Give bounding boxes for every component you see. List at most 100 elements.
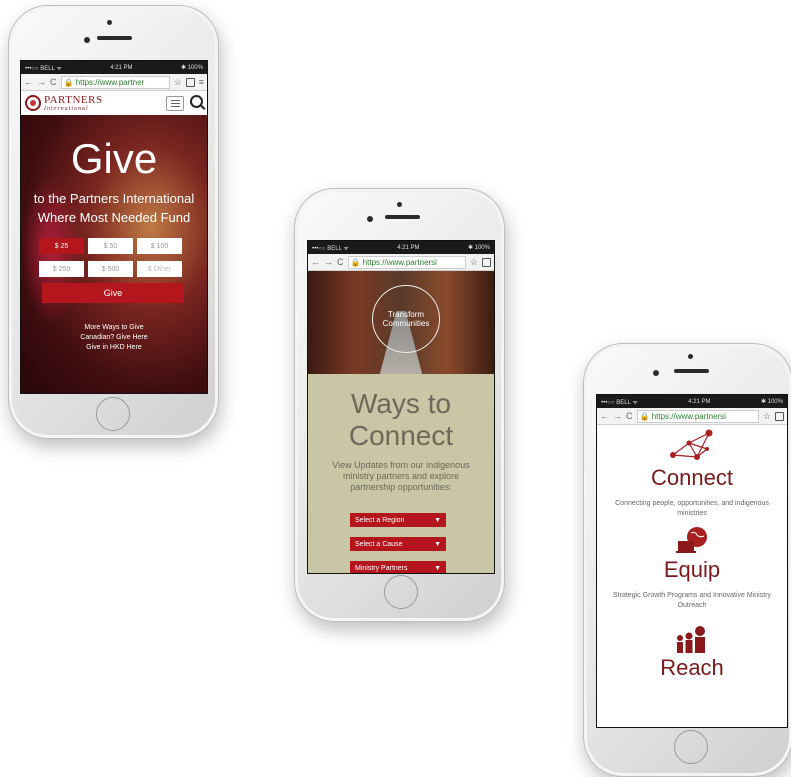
reload-icon[interactable]: C: [626, 411, 633, 421]
equip-description: Strategic Growth Programs and Innovative…: [601, 591, 783, 611]
screen: •••○○ BELL ᯤ 4:21 PM ✱ 100% ← → C 🔒 http…: [307, 240, 495, 574]
address-bar[interactable]: 🔒 https://www.partner: [60, 75, 170, 89]
phone-give: •••○○ BELL ᯤ 4:21 PM ✱ 100% ← → C 🔒 http…: [8, 5, 219, 439]
logo-globe-icon: [25, 95, 41, 111]
star-icon[interactable]: ☆: [174, 77, 182, 88]
hamburger-menu-button[interactable]: [166, 95, 184, 111]
earpiece-speaker: [97, 36, 132, 40]
forward-arrow-icon[interactable]: →: [37, 77, 46, 87]
site-header: PARTNERS International: [21, 91, 207, 115]
lock-icon: 🔒: [350, 257, 361, 267]
more-ways-link[interactable]: More Ways to Give: [21, 323, 207, 333]
earpiece-speaker: [385, 215, 420, 219]
phone-connect: •••○○ BELL ᯤ 4:21 PM ✱ 100% ← → C 🔒 http…: [294, 188, 505, 622]
chevron-down-icon: ▼: [434, 564, 441, 572]
battery-label: ✱ 100%: [467, 245, 490, 251]
front-camera: [367, 216, 373, 222]
logo[interactable]: PARTNERS International: [44, 93, 103, 112]
tabs-icon[interactable]: [185, 77, 195, 87]
status-bar: •••○○ BELL ᯤ 4:21 PM ✱ 100%: [308, 241, 494, 254]
connect-desc-line1: Connecting people, opportunities, and in…: [615, 500, 769, 507]
connect-title[interactable]: Connect: [597, 465, 787, 491]
canadian-give-link[interactable]: Canadian? Give Here: [21, 333, 207, 343]
lock-icon: 🔒: [639, 411, 650, 421]
transform-communities-badge[interactable]: Transform Communities: [372, 285, 440, 353]
give-hero: Give to the Partners International Where…: [21, 115, 207, 393]
earpiece-speaker: [674, 369, 709, 373]
star-icon[interactable]: ☆: [763, 411, 771, 422]
carrier-label: •••○○ BELL ᯤ: [312, 245, 349, 252]
star-icon[interactable]: ☆: [470, 257, 478, 268]
amount-button-100[interactable]: $ 100: [137, 238, 182, 254]
amount-button-500[interactable]: $ 500: [88, 261, 133, 277]
give-links: More Ways to Give Canadian? Give Here Gi…: [21, 323, 207, 353]
front-camera: [653, 370, 659, 376]
amount-input-other[interactable]: $ Other: [137, 261, 182, 277]
home-button[interactable]: [96, 397, 130, 431]
give-button[interactable]: Give: [42, 283, 184, 303]
people-icon: [677, 626, 705, 653]
lock-icon: 🔒: [63, 77, 74, 87]
status-bar: •••○○ BELL ᯤ 4:21 PM ✱ 100%: [21, 61, 207, 74]
browser-toolbar: ← → C 🔒 https://www.partner ☆ ≡: [21, 74, 207, 91]
hero-subtitle-line1: to the Partners International: [33, 191, 195, 206]
equip-title[interactable]: Equip: [597, 557, 787, 583]
address-bar[interactable]: 🔒 https://www.partnersi: [636, 409, 759, 423]
phone-connect-equip-reach: •••○○ BELL ᯤ 4:21 PM ✱ 100% ← → C 🔒 http…: [583, 343, 791, 777]
badge-line1: Transform: [387, 310, 425, 319]
region-select[interactable]: Select a Region ▼: [350, 513, 446, 527]
home-button[interactable]: [384, 575, 418, 609]
heading-line1: Ways to: [350, 388, 452, 419]
sensor-dot: [107, 20, 112, 25]
back-arrow-icon[interactable]: ←: [24, 77, 33, 87]
forward-arrow-icon[interactable]: →: [324, 257, 333, 267]
equip-desc-line2: Outreach: [677, 602, 707, 609]
browser-toolbar: ← → C 🔒 https://www.partnersi ☆: [597, 408, 787, 425]
connect-description: View Updates from our indigenous ministr…: [318, 460, 484, 493]
home-button[interactable]: [674, 730, 708, 764]
cause-select[interactable]: Select a Cause ▼: [350, 537, 446, 551]
reload-icon[interactable]: C: [50, 77, 57, 87]
hkd-give-link[interactable]: Give in HKD Here: [21, 343, 207, 353]
url-text: https://www.partnersi: [362, 257, 437, 267]
reach-title[interactable]: Reach: [597, 655, 787, 681]
url-text: https://www.partnersi: [651, 411, 726, 421]
hero-title: Give: [70, 135, 158, 182]
forward-arrow-icon[interactable]: →: [613, 411, 622, 421]
pillars-content: Connect Connecting people, opportunities…: [597, 425, 787, 727]
connect-desc-line2: ministries: [677, 510, 707, 517]
chevron-down-icon: ▼: [434, 540, 441, 548]
network-icon: [670, 429, 713, 460]
address-bar[interactable]: 🔒 https://www.partnersi: [347, 255, 466, 269]
sensor-dot: [397, 202, 402, 207]
reload-icon[interactable]: C: [337, 257, 344, 267]
globe-laptop-icon: [676, 527, 707, 553]
back-arrow-icon[interactable]: ←: [600, 411, 609, 421]
amount-button-50[interactable]: $ 50: [88, 238, 133, 254]
partners-select[interactable]: Ministry Partners ▼: [350, 561, 446, 573]
back-arrow-icon[interactable]: ←: [311, 257, 320, 267]
time-label: 4:21 PM: [688, 398, 711, 405]
sensor-dot: [688, 354, 693, 359]
connect-description: Connecting people, opportunities, and in…: [601, 499, 783, 519]
tabs-icon[interactable]: [482, 257, 491, 267]
search-icon[interactable]: [190, 94, 203, 108]
url-text: https://www.partner: [75, 77, 145, 87]
cause-select-label: Select a Cause: [355, 540, 403, 548]
amount-button-250[interactable]: $ 250: [39, 261, 84, 277]
menu-icon[interactable]: ≡: [199, 77, 204, 87]
carrier-label: •••○○ BELL ᯤ: [25, 65, 62, 72]
time-label: 4:21 PM: [110, 64, 133, 71]
battery-label: ✱ 100%: [760, 399, 783, 405]
time-label: 4:21 PM: [397, 244, 420, 251]
alley-hero: Transform Communities: [308, 271, 494, 374]
tabs-icon[interactable]: [775, 411, 784, 421]
logo-main: PARTNERS: [44, 93, 103, 106]
amount-button-25[interactable]: $ 25: [39, 238, 84, 254]
region-select-label: Select a Region: [355, 516, 405, 524]
connect-section: Ways to Connect View Updates from our in…: [308, 374, 494, 573]
heading-line2: Connect: [348, 420, 454, 451]
chevron-down-icon: ▼: [434, 516, 441, 524]
desc-line3: partnership opportunities:: [350, 482, 452, 492]
desc-line1: View Updates from our indigenous: [332, 460, 470, 470]
